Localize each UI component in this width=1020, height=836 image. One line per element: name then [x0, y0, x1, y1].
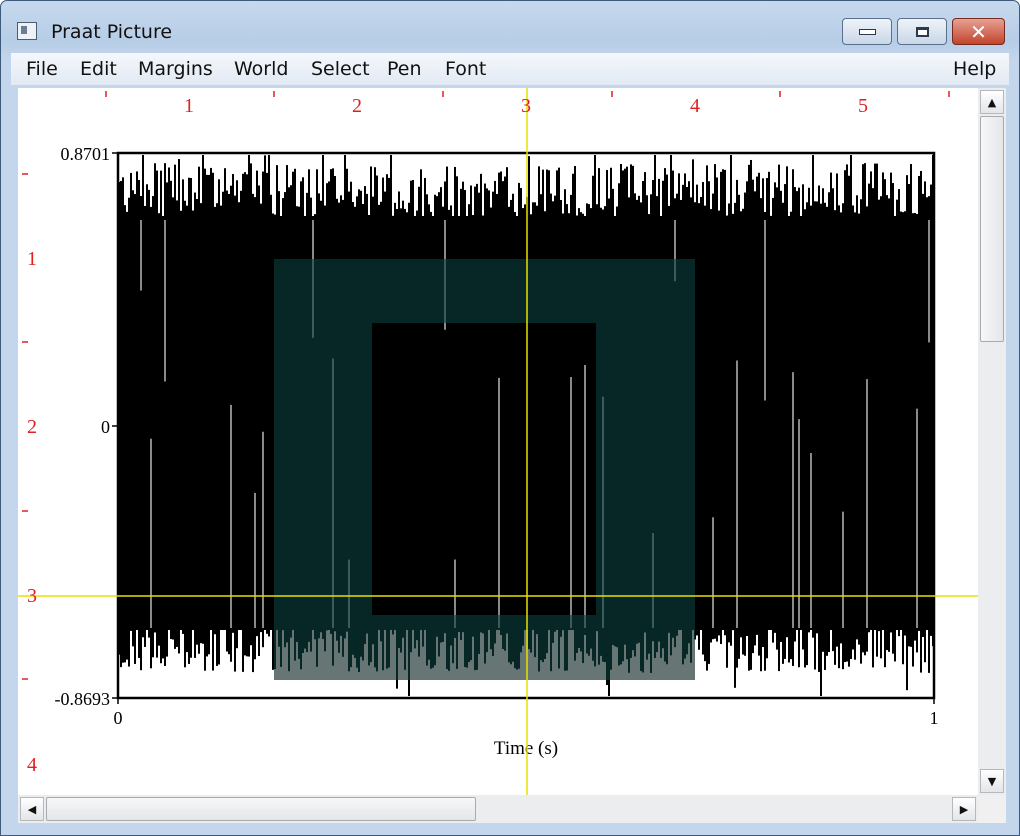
x-label-min: 0	[114, 708, 123, 728]
scroll-down-button[interactable]: ▼	[980, 769, 1004, 793]
praat-app-icon	[17, 22, 37, 40]
maximize-button[interactable]	[897, 18, 947, 45]
window-title: Praat Picture	[51, 21, 173, 43]
menu-file[interactable]: File	[26, 58, 58, 80]
arrow-right-icon: ▶	[959, 802, 969, 816]
menu-pen[interactable]: Pen	[387, 58, 422, 80]
menu-font[interactable]: Font	[445, 58, 486, 80]
horizontal-scrollbar[interactable]: ◀ ▶	[18, 795, 978, 823]
scrollbar-corner	[978, 795, 1006, 823]
y-label-min: -0.8693	[55, 689, 111, 709]
left-ruler-label: 1	[27, 248, 37, 270]
minimize-button[interactable]	[842, 18, 892, 45]
scroll-right-button[interactable]: ▶	[952, 797, 976, 821]
vertical-scroll-thumb[interactable]	[980, 116, 1004, 342]
waveform	[118, 155, 934, 696]
menu-select[interactable]: Select	[311, 58, 370, 80]
arrow-up-icon: ▲	[987, 95, 997, 109]
close-button[interactable]: ✕	[952, 18, 1005, 45]
picture-svg: 0.8701 0 -0.8693 0 1 Time (s) 1 2 3 4 5	[18, 88, 978, 795]
maximize-icon	[915, 26, 929, 37]
top-ruler-label: 4	[690, 95, 700, 117]
top-ruler-label: 2	[352, 95, 362, 117]
close-icon: ✕	[970, 19, 987, 44]
menu-edit[interactable]: Edit	[80, 58, 117, 80]
minimize-icon	[858, 28, 876, 35]
vertical-scrollbar[interactable]: ▲ ▼	[978, 88, 1006, 795]
left-ruler-label: 2	[27, 416, 37, 438]
x-axis-title: Time (s)	[494, 738, 558, 759]
arrow-left-icon: ◀	[27, 802, 37, 816]
menu-help[interactable]: Help	[953, 58, 996, 80]
top-ruler-label: 5	[858, 95, 868, 117]
scroll-up-button[interactable]: ▲	[980, 90, 1004, 114]
menu-bar: File Edit Margins World Select Pen Font …	[11, 53, 1009, 85]
left-ruler-label: 3	[27, 585, 37, 607]
horizontal-scroll-thumb[interactable]	[46, 797, 476, 821]
picture-canvas[interactable]: 0.8701 0 -0.8693 0 1 Time (s) 1 2 3 4 5	[18, 88, 978, 795]
menu-margins[interactable]: Margins	[138, 58, 213, 80]
arrow-down-icon: ▼	[987, 774, 997, 788]
left-ruler: 1 2 3 4	[22, 173, 37, 776]
left-ruler-label: 4	[27, 754, 37, 776]
top-ruler-label: 1	[184, 95, 194, 117]
scroll-left-button[interactable]: ◀	[20, 797, 44, 821]
y-label-max: 0.8701	[61, 144, 111, 164]
x-label-max: 1	[930, 708, 939, 728]
title-bar[interactable]: Praat Picture ✕	[1, 1, 1019, 53]
y-label-zero: 0	[101, 417, 110, 437]
menu-world[interactable]: World	[234, 58, 288, 80]
top-ruler: 1 2 3 4 5	[105, 91, 950, 117]
top-ruler-label: 3	[521, 95, 531, 117]
